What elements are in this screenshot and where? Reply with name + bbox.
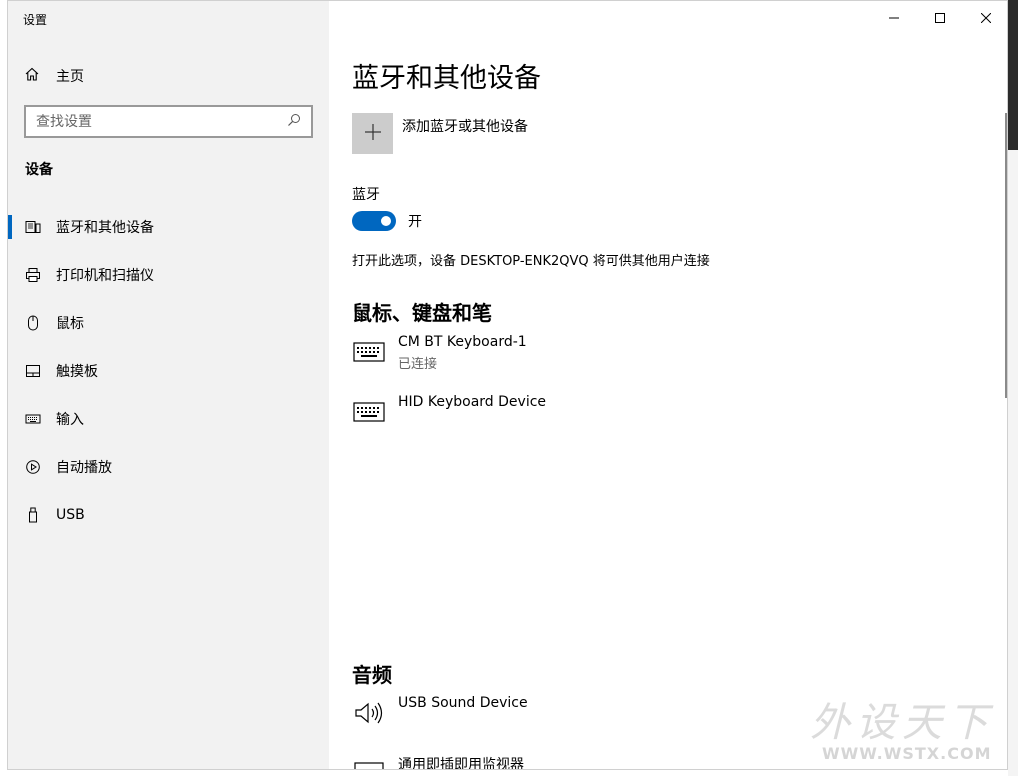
bluetooth-toggle-row: 开 bbox=[352, 211, 422, 231]
bluetooth-label: 蓝牙 bbox=[352, 187, 380, 203]
sidebar-item-label: 蓝牙和其他设备 bbox=[56, 220, 154, 236]
search-input[interactable] bbox=[36, 113, 287, 130]
printer-icon bbox=[25, 267, 41, 283]
device-item[interactable]: HID Keyboard Device bbox=[352, 394, 546, 426]
maximize-icon bbox=[935, 8, 945, 27]
add-device-label: 添加蓝牙或其他设备 bbox=[402, 119, 528, 135]
sidebar-item-autoplay[interactable]: 自动播放 bbox=[8, 443, 329, 491]
bluetooth-toggle[interactable] bbox=[352, 211, 396, 231]
search-icon[interactable] bbox=[287, 112, 301, 131]
usb-icon bbox=[25, 507, 41, 523]
add-device-button[interactable]: 添加蓝牙或其他设备 bbox=[352, 113, 528, 154]
bluetooth-state-text: 开 bbox=[408, 214, 422, 230]
keyboard-icon bbox=[352, 398, 386, 426]
minimize-button[interactable] bbox=[871, 1, 917, 33]
sidebar-item-mouse[interactable]: 鼠标 bbox=[8, 299, 329, 347]
device-item[interactable]: USB Sound Device bbox=[352, 695, 528, 727]
sidebar: 设置 主页 设备 蓝牙和其他设备 bbox=[8, 1, 329, 769]
speaker-icon bbox=[352, 699, 386, 727]
device-name: HID Keyboard Device bbox=[398, 394, 547, 410]
sidebar-item-usb[interactable]: USB bbox=[8, 491, 329, 539]
input-devices-heading: 鼠标、键盘和笔 bbox=[352, 301, 492, 325]
plus-icon bbox=[364, 123, 382, 145]
audio-devices-heading: 音频 bbox=[352, 663, 392, 687]
sidebar-item-printers[interactable]: 打印机和扫描仪 bbox=[8, 251, 329, 299]
keyboard-icon bbox=[25, 411, 41, 427]
bluetooth-devices-icon bbox=[25, 219, 41, 235]
autoplay-icon bbox=[25, 459, 41, 475]
sidebar-item-label: 输入 bbox=[56, 412, 84, 428]
sidebar-nav: 蓝牙和其他设备 打印机和扫描仪 鼠标 触摸板 输入 自动播放 USB bbox=[8, 203, 329, 539]
mouse-icon bbox=[25, 315, 41, 331]
maximize-button[interactable] bbox=[917, 1, 963, 33]
bluetooth-description: 打开此选项，设备 DESKTOP-ENK2QVQ 将可供其他用户连接 bbox=[352, 254, 710, 269]
background-window-strip bbox=[1008, 0, 1018, 776]
home-link[interactable]: 主页 bbox=[24, 64, 84, 88]
sidebar-item-label: 打印机和扫描仪 bbox=[56, 268, 154, 284]
close-button[interactable] bbox=[963, 1, 1007, 33]
search-box[interactable] bbox=[24, 105, 313, 138]
add-device-tile[interactable] bbox=[352, 113, 393, 154]
device-item[interactable]: 通用即插即用监视器 bbox=[352, 754, 524, 770]
device-item[interactable]: CM BT Keyboard-1 已连接 bbox=[352, 334, 527, 372]
app-title: 设置 bbox=[23, 13, 48, 27]
window-controls bbox=[871, 1, 1007, 33]
keyboard-icon bbox=[352, 338, 386, 366]
home-label: 主页 bbox=[56, 69, 84, 85]
sidebar-item-label: 自动播放 bbox=[56, 460, 112, 476]
touchpad-icon bbox=[25, 363, 41, 379]
sidebar-item-label: 触摸板 bbox=[56, 364, 98, 380]
device-name: CM BT Keyboard-1 bbox=[398, 334, 527, 350]
sidebar-item-typing[interactable]: 输入 bbox=[8, 395, 329, 443]
device-status: 已连接 bbox=[398, 357, 438, 372]
sidebar-item-touchpad[interactable]: 触摸板 bbox=[8, 347, 329, 395]
page-title: 蓝牙和其他设备 bbox=[352, 63, 541, 94]
close-icon bbox=[980, 8, 992, 27]
settings-window: 设置 主页 设备 蓝牙和其他设备 bbox=[7, 0, 1008, 770]
home-icon bbox=[24, 66, 40, 86]
sidebar-item-label: 鼠标 bbox=[56, 316, 84, 332]
main-content: 蓝牙和其他设备 添加蓝牙或其他设备 蓝牙 开 打开此选项，设备 DESKTOP-… bbox=[329, 1, 1007, 770]
toggle-knob bbox=[381, 216, 391, 226]
sidebar-item-bluetooth[interactable]: 蓝牙和其他设备 bbox=[8, 203, 329, 251]
background-dark-band bbox=[1008, 0, 1018, 150]
devices-section-label: 设备 bbox=[25, 162, 53, 178]
device-name: 通用即插即用监视器 bbox=[398, 757, 524, 770]
device-name: USB Sound Device bbox=[398, 695, 528, 711]
sidebar-item-label: USB bbox=[56, 507, 85, 523]
scrollbar[interactable] bbox=[1005, 113, 1007, 398]
monitor-icon bbox=[352, 758, 386, 769]
minimize-icon bbox=[889, 8, 899, 27]
